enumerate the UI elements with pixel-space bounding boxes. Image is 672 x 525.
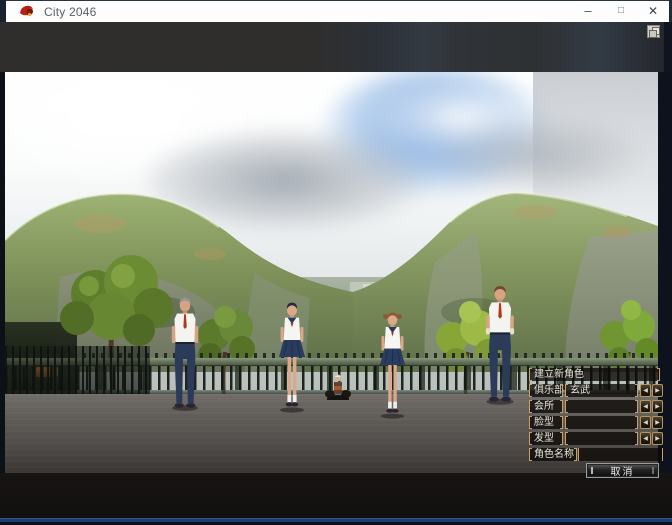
clubhouse-value-field — [565, 400, 638, 413]
cancel-button[interactable]: 取消 — [586, 463, 659, 478]
dialog-title-field: 建立新角色 — [529, 368, 660, 381]
character-male-brown-hair[interactable] — [479, 284, 521, 406]
face-next-button[interactable]: ▶ — [652, 416, 663, 429]
top-band — [0, 22, 672, 73]
character-male-gray-hair[interactable] — [166, 296, 204, 412]
face-value-field — [565, 416, 638, 429]
club-label-field: 俱乐部 — [529, 384, 563, 397]
character-girl-brown-hair[interactable] — [374, 310, 411, 420]
clubhouse-prev-button[interactable]: ◀ — [640, 400, 651, 413]
window-frame-right-band — [664, 22, 672, 72]
app-icon — [19, 4, 35, 19]
minimize-button[interactable]: – — [575, 0, 601, 21]
cascade-windows-icon[interactable] — [647, 25, 660, 38]
titlebar: City 2046 — [6, 1, 669, 22]
create-character-dialog: 建立新角色 俱乐部 玄武 ◀ ▶ 会所 ◀ ▶ 脸型 ◀ ▶ 发型 ◀ ▶ 角色… — [528, 367, 666, 479]
window-title: City 2046 — [44, 5, 97, 19]
center-statue — [325, 370, 351, 400]
character-name-input[interactable] — [578, 448, 663, 461]
iron-fence-left — [5, 346, 150, 396]
club-next-button[interactable]: ▶ — [652, 384, 663, 397]
close-button[interactable]: ✕ — [640, 0, 666, 21]
maximize-button[interactable]: □ — [608, 0, 634, 21]
club-prev-button[interactable]: ◀ — [640, 384, 651, 397]
clubhouse-label-field: 会所 — [529, 400, 563, 413]
dialog-title: 建立新角色 — [529, 368, 584, 381]
hair-next-button[interactable]: ▶ — [652, 432, 663, 445]
hair-value-field — [565, 432, 638, 445]
name-label-field: 角色名称 — [529, 448, 577, 461]
clubhouse-next-button[interactable]: ▶ — [652, 400, 663, 413]
face-label-field: 脸型 — [529, 416, 563, 429]
bottom-letterbox — [0, 473, 672, 518]
hair-label-field: 发型 — [529, 432, 563, 445]
face-prev-button[interactable]: ◀ — [640, 416, 651, 429]
character-girl-dark-hair[interactable] — [273, 299, 311, 415]
hair-prev-button[interactable]: ◀ — [640, 432, 651, 445]
club-value-field: 玄武 — [565, 384, 638, 397]
